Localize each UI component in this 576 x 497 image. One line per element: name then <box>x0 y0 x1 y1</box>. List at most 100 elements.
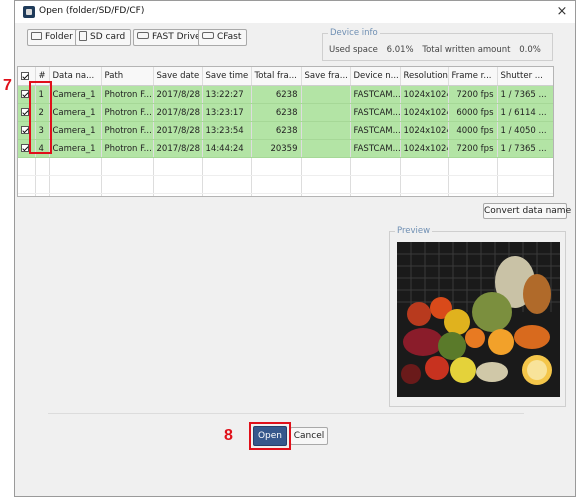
row-resolution: 1024x1024 <box>400 85 449 104</box>
column-header-save-date[interactable]: Save date <box>153 67 203 86</box>
row-save-frames <box>301 121 351 140</box>
column-header-path[interactable]: Path <box>101 67 154 86</box>
row-path: Photron F... <box>101 85 154 104</box>
row-save-frames <box>301 85 351 104</box>
empty-row <box>18 193 553 196</box>
cancel-button[interactable]: Cancel <box>290 427 328 445</box>
row-frame-rate: 4000 fps <box>448 121 498 140</box>
row-save-frames <box>301 103 351 122</box>
row-data-name: Camera_1 <box>49 121 102 140</box>
row-save-time: 14:44:24 <box>202 139 252 158</box>
row-path: Photron F... <box>101 103 154 122</box>
column-header-index[interactable]: # <box>35 67 50 86</box>
row-save-frames <box>301 139 351 158</box>
row-resolution: 1024x1024 <box>400 121 449 140</box>
row-total-frames: 6238 <box>251 85 302 104</box>
row-device-name: FASTCAM... <box>350 103 401 122</box>
convert-data-name-button[interactable]: Convert data name <box>483 203 571 219</box>
row-save-time: 13:23:54 <box>202 121 252 140</box>
sd-card-button-label: SD card <box>90 32 126 42</box>
preview-image <box>397 242 560 397</box>
open-button[interactable]: Open <box>253 426 287 446</box>
fast-drive-button-label: FAST Drive <box>152 32 201 42</box>
row-path: Photron F... <box>101 139 154 158</box>
table-row[interactable]: 2 Camera_1 Photron F... 2017/8/28 13:23:… <box>18 103 553 122</box>
footer-separator <box>48 413 524 414</box>
row-data-name: Camera_1 <box>49 139 102 158</box>
row-checkbox[interactable] <box>21 90 29 98</box>
table-row[interactable]: 1 Camera_1 Photron F... 2017/8/28 13:22:… <box>18 85 553 104</box>
row-save-date: 2017/8/28 <box>153 121 203 140</box>
row-device-name: FASTCAM... <box>350 85 401 104</box>
row-save-date: 2017/8/28 <box>153 103 203 122</box>
folder-icon <box>31 31 42 40</box>
sd-card-icon <box>79 30 87 41</box>
used-space-value: 6.01% <box>386 45 414 55</box>
row-save-time: 13:23:17 <box>202 103 252 122</box>
row-save-date: 2017/8/28 <box>153 139 203 158</box>
device-info-group: Device info Used space 6.01% Total writt… <box>322 28 553 61</box>
window-title: Open (folder/SD/FD/CF) <box>39 6 145 16</box>
column-header-select[interactable] <box>18 67 36 86</box>
column-header-frame-rate[interactable]: Frame r... <box>448 67 498 86</box>
table-row[interactable]: 4 Camera_1 Photron F... 2017/8/28 14:44:… <box>18 139 553 158</box>
device-info-title: Device info <box>328 28 380 38</box>
row-total-frames: 20359 <box>251 139 302 158</box>
row-frame-rate: 6000 fps <box>448 103 498 122</box>
row-path: Photron F... <box>101 121 154 140</box>
row-shutter: 1 / 7365 ... <box>497 139 553 158</box>
row-frame-rate: 7200 fps <box>448 85 498 104</box>
preview-group: Preview <box>389 226 566 407</box>
row-total-frames: 6238 <box>251 103 302 122</box>
data-table: # Data na... Path Save date Save time To… <box>17 66 554 197</box>
title-bar: Open (folder/SD/FD/CF) × <box>15 1 575 23</box>
drive-icon <box>202 32 214 39</box>
row-index: 1 <box>35 85 50 104</box>
row-save-date: 2017/8/28 <box>153 85 203 104</box>
row-shutter: 1 / 4050 ... <box>497 121 553 140</box>
total-written-value: 0.0% <box>519 45 541 55</box>
close-button[interactable]: × <box>549 1 575 23</box>
used-space-label: Used space <box>329 45 378 55</box>
row-frame-rate: 7200 fps <box>448 139 498 158</box>
fast-drive-button[interactable]: FAST Drive <box>133 29 207 46</box>
select-all-checkbox[interactable] <box>21 71 29 80</box>
row-checkbox[interactable] <box>21 126 29 134</box>
cfast-button[interactable]: CFast <box>198 29 248 46</box>
row-save-time: 13:22:27 <box>202 85 252 104</box>
table-header-row: # Data na... Path Save date Save time To… <box>18 67 553 86</box>
empty-row <box>18 157 553 176</box>
row-device-name: FASTCAM... <box>350 139 401 158</box>
row-index: 4 <box>35 139 50 158</box>
step-8-marker: 8 <box>224 427 233 444</box>
column-header-save-time[interactable]: Save time <box>202 67 252 86</box>
drive-icon <box>137 32 149 39</box>
column-header-total-frames[interactable]: Total fra... <box>251 67 302 86</box>
row-shutter: 1 / 7365 ... <box>497 85 553 104</box>
column-header-resolution[interactable]: Resolution <box>400 67 449 86</box>
row-index: 3 <box>35 121 50 140</box>
row-total-frames: 6238 <box>251 121 302 140</box>
row-index: 2 <box>35 103 50 122</box>
row-checkbox[interactable] <box>21 108 29 116</box>
total-written-label: Total written amount <box>422 45 511 55</box>
row-checkbox[interactable] <box>21 144 29 152</box>
empty-row <box>18 175 553 194</box>
column-header-data-name[interactable]: Data na... <box>49 67 102 86</box>
column-header-save-frames[interactable]: Save fra... <box>301 67 351 86</box>
row-data-name: Camera_1 <box>49 85 102 104</box>
row-shutter: 1 / 6114 ... <box>497 103 553 122</box>
column-header-device-name[interactable]: Device n... <box>350 67 401 86</box>
app-icon <box>23 6 35 18</box>
cfast-button-label: CFast <box>217 32 242 42</box>
preview-title: Preview <box>395 226 433 236</box>
row-device-name: FASTCAM... <box>350 121 401 140</box>
folder-button-label: Folder <box>45 32 73 42</box>
row-data-name: Camera_1 <box>49 103 102 122</box>
sd-card-button[interactable]: SD card <box>75 29 132 46</box>
folder-button[interactable]: Folder <box>27 29 79 46</box>
column-header-shutter[interactable]: Shutter ... <box>497 67 553 86</box>
row-resolution: 1024x1024 <box>400 139 449 158</box>
table-row[interactable]: 3 Camera_1 Photron F... 2017/8/28 13:23:… <box>18 121 553 140</box>
step-7-marker: 7 <box>3 77 12 94</box>
